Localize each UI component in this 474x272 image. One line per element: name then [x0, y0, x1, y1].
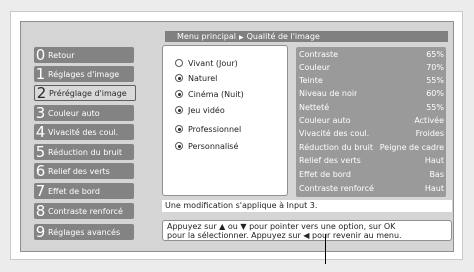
setting-value: 55% — [426, 75, 444, 85]
help-box: Appuyez sur ▲ ou ▼ pour pointer vers une… — [162, 220, 452, 241]
setting-value: Haut — [424, 183, 444, 193]
setting-label: Réduction du bruit — [299, 142, 374, 152]
setting-value: Bas — [429, 169, 444, 179]
breadcrumb-arrow-icon: ▶ — [239, 34, 244, 41]
setting-row: Teinte 55% — [299, 74, 444, 86]
setting-row: Netteté 55% — [299, 101, 444, 113]
setting-row: Relief des verts Haut — [299, 154, 444, 166]
menu-item-vivacite-couleurs[interactable]: 4 Vivacité des coul. — [34, 124, 134, 140]
preset-option-jeu-video[interactable]: Jeu vidéo — [175, 104, 225, 116]
setting-row: Couleur auto Activée — [299, 114, 444, 126]
menu-number: 5 — [35, 144, 46, 160]
menu-label: Réglages avancés — [48, 227, 121, 237]
menu-label: Retour — [48, 50, 75, 60]
menu-label: Vivacité des coul. — [48, 127, 119, 137]
menu-label: Réglages d'image — [48, 69, 120, 79]
menu-number: 0 — [35, 47, 46, 63]
setting-row: Réduction du bruit Peigne de cadre — [299, 141, 444, 153]
radio-button[interactable] — [175, 59, 183, 67]
radio-button[interactable] — [175, 106, 183, 114]
menu-number: 8 — [35, 203, 46, 219]
setting-value: 65% — [426, 49, 444, 59]
setting-row: Contraste renforcé Haut — [299, 182, 444, 194]
help-line-2: pour la sélectionner. Appuyez sur ◀ pour… — [167, 231, 402, 240]
preset-label: Vivant (Jour) — [188, 58, 238, 68]
callout-leader-line — [325, 234, 326, 264]
breadcrumb: Menu principal ▶ Qualité de l'image — [165, 31, 448, 42]
preset-option-naturel[interactable]: Naturel — [175, 72, 217, 84]
breadcrumb-root[interactable]: Menu principal — [177, 32, 236, 41]
setting-label: Couleur auto — [299, 115, 351, 125]
menu-number: 1 — [35, 66, 46, 82]
setting-value: Haut — [424, 155, 444, 165]
setting-row: Contraste 65% — [299, 48, 444, 60]
menu-label: Réduction du bruit — [48, 147, 123, 157]
setting-value: Activée — [414, 115, 444, 125]
setting-label: Niveau de noir — [299, 88, 358, 98]
setting-label: Contraste — [299, 49, 339, 59]
menu-label: Couleur auto — [48, 108, 100, 118]
preset-label: Personnalisé — [188, 141, 239, 151]
preset-label: Professionnel — [188, 124, 242, 134]
apply-note: Une modification s'applique à Input 3. — [162, 200, 452, 212]
breadcrumb-current: Qualité de l'image — [246, 32, 320, 41]
menu-number: 9 — [35, 224, 46, 240]
settings-summary-panel: Contraste 65% Couleur 70% Teinte 55% Niveau… — [296, 47, 446, 197]
preset-label: Naturel — [188, 73, 218, 83]
menu-number: 2 — [36, 85, 47, 101]
setting-label: Netteté — [299, 102, 330, 112]
help-line-1: Appuyez sur ▲ ou ▼ pour pointer vers une… — [167, 222, 396, 231]
preset-options-panel: Vivant (Jour) Naturel Cinéma (Nuit) Jeu … — [162, 45, 288, 196]
preset-label: Jeu vidéo — [188, 105, 225, 115]
preset-option-cinema[interactable]: Cinéma (Nuit) — [175, 88, 244, 100]
menu-number: 7 — [35, 183, 46, 199]
preset-label: Cinéma (Nuit) — [188, 89, 244, 99]
setting-row: Couleur 70% — [299, 61, 444, 73]
menu-number: 3 — [35, 105, 46, 121]
radio-button[interactable] — [175, 74, 183, 82]
menu-label: Contraste renforcé — [48, 206, 123, 216]
setting-label: Relief des verts — [299, 155, 361, 165]
setting-value: 60% — [426, 88, 444, 98]
setting-row: Effet de bord Bas — [299, 168, 444, 180]
menu-label: Préréglage d'image — [49, 88, 127, 98]
menu-item-reglages-avances[interactable]: 9 Réglages avancés — [34, 224, 134, 240]
radio-button[interactable] — [175, 90, 183, 98]
radio-button[interactable] — [175, 142, 183, 150]
radio-button[interactable] — [175, 125, 183, 133]
setting-value: 55% — [426, 102, 444, 112]
menu-label: Relief des verts — [48, 166, 110, 176]
menu-item-relief-verts[interactable]: 6 Relief des verts — [34, 163, 134, 179]
menu-item-retour[interactable]: 0 Retour — [34, 47, 134, 63]
setting-row: Niveau de noir 60% — [299, 87, 444, 99]
setting-value: Froides — [415, 128, 444, 138]
setting-label: Couleur — [299, 62, 331, 72]
menu-item-prereglage-image[interactable]: 2 Préréglage d'image — [34, 85, 136, 101]
menu-item-contraste-renforce[interactable]: 8 Contraste renforcé — [34, 203, 134, 219]
menu-item-effet-bord[interactable]: 7 Effet de bord — [34, 183, 134, 199]
menu-item-reglages-image[interactable]: 1 Réglages d'image — [34, 66, 134, 82]
menu-number: 4 — [35, 124, 46, 140]
setting-label: Teinte — [299, 75, 323, 85]
setting-label: Contraste renforcé — [299, 183, 374, 193]
menu-item-reduction-bruit[interactable]: 5 Réduction du bruit — [34, 144, 134, 160]
preset-option-personnalise[interactable]: Personnalisé — [175, 140, 238, 152]
menu-item-couleur-auto[interactable]: 3 Couleur auto — [34, 105, 134, 121]
preset-option-vivant[interactable]: Vivant (Jour) — [175, 57, 238, 69]
setting-label: Effet de bord — [299, 169, 351, 179]
setting-row: Vivacité des coul. Froides — [299, 127, 444, 139]
menu-label: Effet de bord — [48, 186, 100, 196]
setting-value: Peigne de cadre — [379, 142, 444, 152]
setting-label: Vivacité des coul. — [299, 128, 370, 138]
preset-option-professionnel[interactable]: Professionnel — [175, 123, 241, 135]
menu-number: 6 — [35, 163, 46, 179]
setting-value: 70% — [426, 62, 444, 72]
